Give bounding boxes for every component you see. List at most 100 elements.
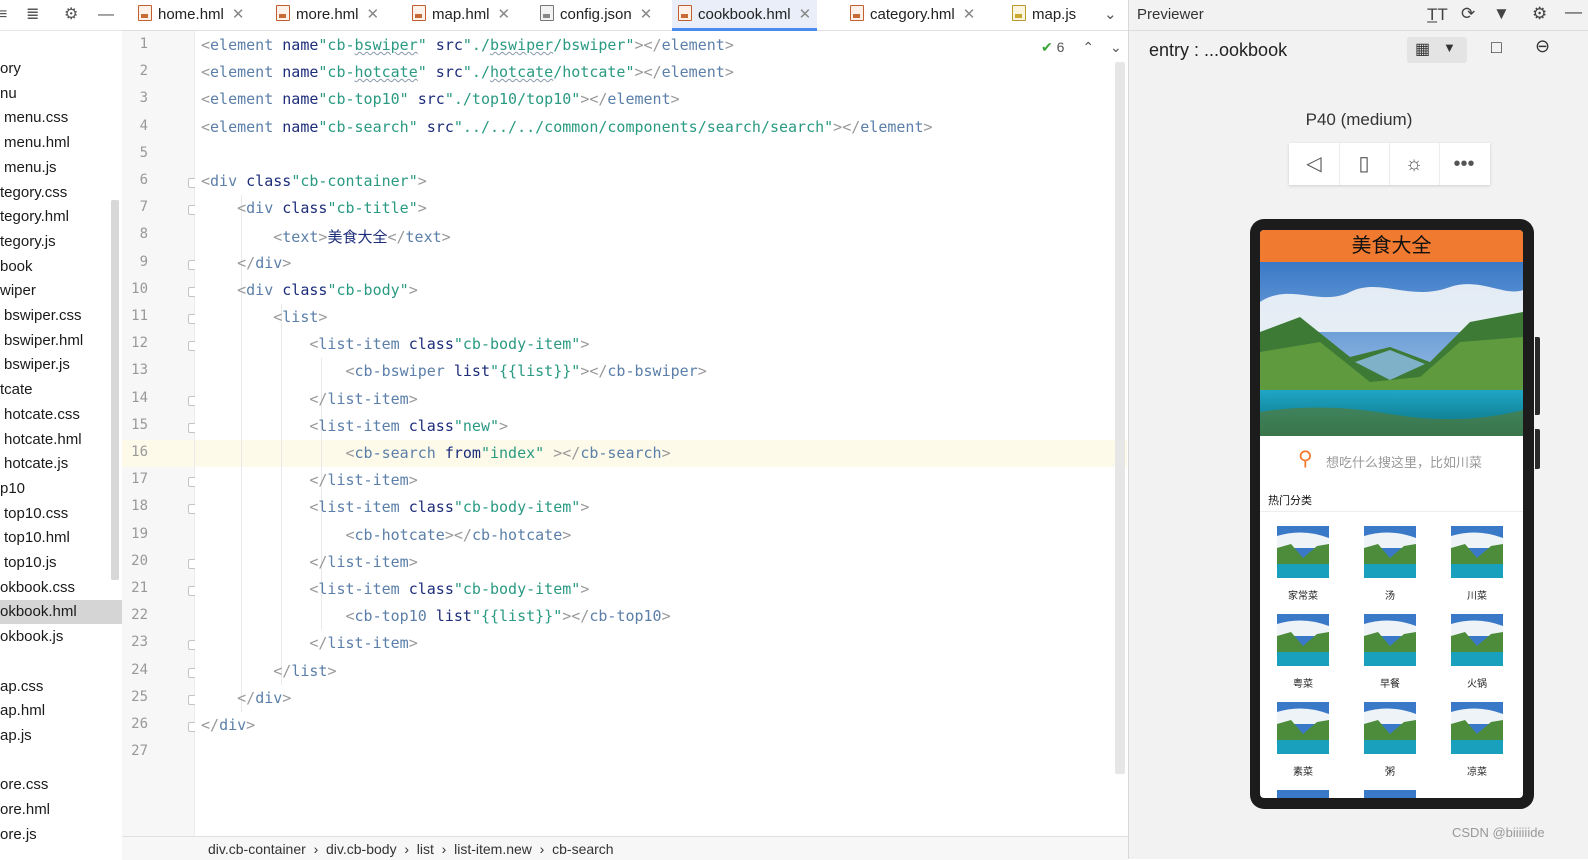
category-item[interactable]: 早餐 — [1363, 614, 1417, 690]
code-line[interactable]: </list> — [201, 662, 336, 680]
tree-item[interactable]: menu.js — [0, 156, 57, 180]
tree-item[interactable]: hotcate.js — [0, 452, 68, 476]
tree-item[interactable]: tegory.css — [0, 181, 67, 205]
more-icon[interactable]: ••• — [1439, 143, 1489, 185]
tree-item[interactable]: hotcate.css — [0, 403, 80, 427]
code-line[interactable]: <cb-hotcate></cb-hotcate> — [201, 526, 572, 544]
chevron-up-icon[interactable]: ⌃ — [1082, 39, 1094, 55]
tree-item[interactable]: okbook.css — [0, 576, 75, 600]
chevron-down-icon[interactable]: ⌄ — [1110, 39, 1122, 55]
close-icon[interactable]: ✕ — [799, 6, 812, 23]
tree-item[interactable]: bswiper.hml — [0, 329, 83, 353]
tree-item[interactable]: ap.css — [0, 675, 43, 699]
tree-item[interactable]: ap.hml — [0, 699, 45, 723]
tree-item[interactable]: ore.hml — [0, 798, 50, 822]
code-line[interactable]: </list-item> — [201, 390, 417, 408]
font-size-icon[interactable]: T̲T — [1427, 5, 1448, 25]
tab-home-hml[interactable]: home.hml ✕ — [132, 0, 250, 30]
code-line[interactable]: <list> — [201, 308, 327, 326]
code-line[interactable]: <cb-top10 list"{{list}}"></cb-top10> — [201, 607, 671, 625]
tab-map-js[interactable]: map.js — [1006, 0, 1082, 30]
code-line[interactable]: <cb-search from"index" ></cb-search> — [201, 444, 671, 462]
breadcrumb-path[interactable]: div.cb-container › div.cb-body › list › … — [208, 841, 614, 857]
tree-item[interactable]: nu — [0, 82, 17, 106]
tree-item[interactable]: menu.css — [0, 106, 68, 130]
rotate-icon[interactable]: ▯ — [1339, 143, 1390, 185]
tree-item[interactable]: book — [0, 255, 33, 279]
tree-item[interactable]: ap.js — [0, 724, 32, 748]
gear-icon[interactable]: ⚙ — [1532, 4, 1547, 24]
tree-item[interactable]: p10 — [0, 477, 25, 501]
tree-item[interactable]: okbook.hml — [0, 600, 122, 625]
banner-image[interactable] — [1260, 262, 1523, 436]
category-item[interactable]: 汤 — [1363, 526, 1417, 602]
tab-category-hml[interactable]: category.hml ✕ — [844, 0, 981, 30]
code-line[interactable]: <div class"cb-container"> — [201, 172, 427, 190]
code-line[interactable]: <element name"cb-search" src"../../../co… — [201, 118, 933, 136]
code-line[interactable]: <text>美食大全</text> — [201, 226, 450, 247]
tree-item[interactable]: okbook.js — [0, 625, 63, 649]
search-input[interactable]: 想吃什么搜这里，比如川菜 — [1326, 452, 1482, 471]
tab-cookbook-hml[interactable]: cookbook.hml ✕ — [672, 0, 818, 31]
tree-item[interactable]: top10.hml — [0, 526, 70, 550]
category-item[interactable]: 凉菜 — [1450, 702, 1504, 778]
expand-all-icon[interactable]: ≡ — [0, 0, 7, 30]
search-icon[interactable]: ⚲ — [1298, 446, 1313, 471]
minimize-icon[interactable]: — — [1565, 2, 1582, 22]
tree-item[interactable]: tegory.hml — [0, 205, 69, 229]
tree-item[interactable]: top10.css — [0, 502, 68, 526]
inspection-widget[interactable]: ✔ 6 ⌃ ⌄ — [1041, 39, 1122, 56]
tree-item[interactable]: tegory.js — [0, 230, 56, 254]
tree-scrollbar[interactable] — [111, 200, 119, 580]
gear-icon[interactable]: ⚙ — [64, 0, 78, 30]
code-line[interactable]: </div> — [201, 716, 255, 734]
code-line[interactable]: <element name"cb-hotcate" src"./hotcate/… — [201, 63, 734, 81]
code-line[interactable]: <element name"cb-bswiper" src"./bswiper/… — [201, 36, 734, 54]
refresh-icon[interactable]: ⟳ — [1461, 4, 1475, 24]
tree-item[interactable]: menu.hml — [0, 131, 70, 155]
tab-more-hml[interactable]: more.hml ✕ — [270, 0, 385, 30]
tree-item[interactable]: bswiper.css — [0, 304, 82, 328]
code-line[interactable]: </list-item> — [201, 471, 417, 489]
code-line[interactable]: </list-item> — [201, 553, 417, 571]
category-item[interactable]: 粥 — [1363, 702, 1417, 778]
code-line[interactable]: </div> — [201, 689, 291, 707]
tree-item[interactable]: bswiper.js — [0, 353, 70, 377]
category-item[interactable]: 素菜 — [1276, 702, 1330, 778]
tree-item[interactable]: ore.js — [0, 823, 37, 847]
category-item[interactable]: 火锅 — [1450, 614, 1504, 690]
layout-dropdown[interactable]: ▦ ▼ — [1407, 37, 1467, 63]
zoom-out-icon[interactable]: ⊖ — [1535, 36, 1550, 57]
tab-map-hml[interactable]: map.hml ✕ — [406, 0, 516, 30]
close-icon[interactable]: ✕ — [367, 6, 380, 23]
code-line[interactable]: <list-item class"cb-body-item"> — [201, 498, 589, 516]
code-line[interactable]: <div class"cb-body"> — [201, 281, 418, 299]
tree-item[interactable]: hotcate.hml — [0, 428, 82, 452]
category-item[interactable]: 川菜 — [1450, 526, 1504, 602]
tree-item[interactable]: ore.css — [0, 773, 48, 797]
chevron-down-icon[interactable]: ⌄ — [1104, 0, 1117, 30]
tab-config-json[interactable]: config.json ✕ — [534, 0, 658, 30]
tree-item[interactable]: wiper — [0, 279, 36, 303]
category-item[interactable]: 粤菜 — [1276, 614, 1330, 690]
close-icon[interactable]: ✕ — [232, 6, 245, 23]
collapse-all-icon[interactable]: ≣ — [26, 0, 39, 30]
tree-item[interactable]: tcate — [0, 378, 33, 402]
minimize-icon[interactable]: — — [98, 0, 114, 30]
code-line[interactable]: <div class"cb-title"> — [201, 199, 427, 217]
editor-scrollbar[interactable] — [1115, 62, 1125, 774]
close-icon[interactable]: ✕ — [963, 6, 976, 23]
code-line[interactable]: <cb-bswiper list"{{list}}"></cb-bswiper> — [201, 362, 707, 380]
code-line[interactable]: </list-item> — [201, 634, 417, 652]
tree-item[interactable]: ory — [0, 57, 21, 81]
back-icon[interactable]: ◁ — [1289, 143, 1340, 185]
code-line[interactable]: <list-item class"cb-body-item"> — [201, 335, 589, 353]
code-line[interactable]: <element name"cb-top10" src"./top10/top1… — [201, 90, 680, 108]
close-icon[interactable]: ✕ — [640, 6, 653, 23]
code-line[interactable]: <list-item class"cb-body-item"> — [201, 580, 589, 598]
code-line[interactable]: </div> — [201, 254, 291, 272]
pin-icon[interactable]: ▼ — [1493, 4, 1510, 24]
close-icon[interactable]: ✕ — [498, 6, 511, 23]
code-editor[interactable]: <element name"cb-bswiper" src"./bswiper/… — [195, 31, 1127, 836]
brightness-icon[interactable]: ☼ — [1389, 143, 1440, 185]
